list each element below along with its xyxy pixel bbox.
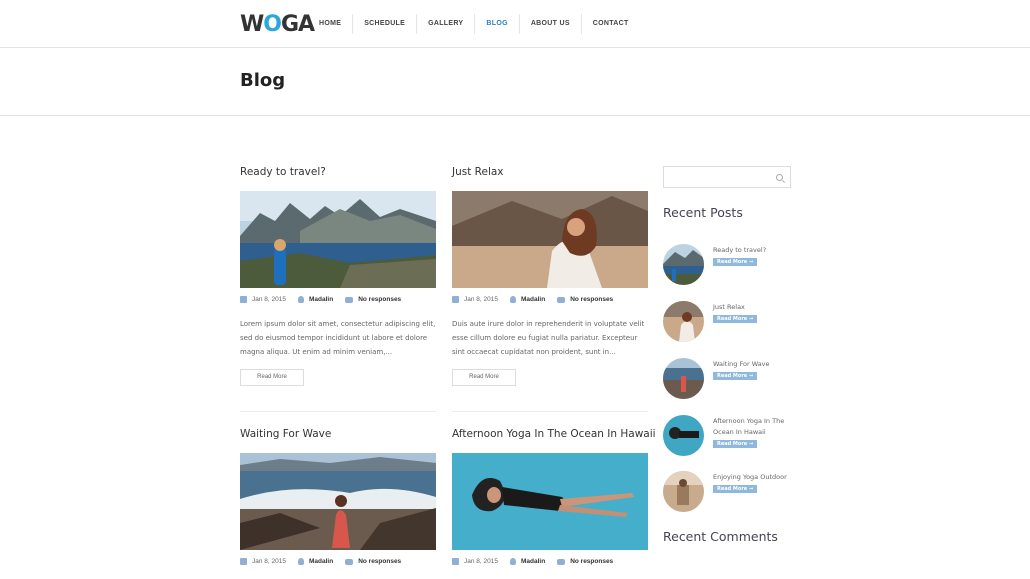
recent-post-item: Ready to travel? Read More →	[663, 244, 793, 286]
read-more-button[interactable]: Read More	[452, 369, 516, 386]
nav-schedule[interactable]: SCHEDULE	[353, 14, 418, 34]
logo-text-w: W	[240, 11, 264, 37]
divider	[240, 411, 436, 412]
recent-post-title[interactable]: Enjoying Yoga Outdoor	[713, 472, 793, 483]
post-title[interactable]: Afternoon Yoga In The Ocean In Hawaii	[452, 428, 656, 442]
recent-post-item: Afternoon Yoga In The Ocean In Hawaii Re…	[663, 415, 793, 457]
post-date: Jan 8, 2015	[464, 558, 498, 565]
comment-icon	[345, 296, 354, 303]
post-comments[interactable]: No responses	[570, 558, 613, 565]
recent-post-read-more[interactable]: Read More →	[713, 485, 758, 493]
post-title[interactable]: Waiting For Wave	[240, 428, 436, 442]
recent-post-read-more[interactable]: Read More →	[713, 258, 758, 266]
recent-post-text: Afternoon Yoga In The Ocean In Hawaii Re…	[713, 416, 793, 449]
recent-post-title[interactable]: Just Relax	[713, 302, 793, 313]
post-title[interactable]: Ready to travel?	[240, 166, 436, 180]
recent-post-text: Enjoying Yoga Outdoor Read More →	[713, 472, 793, 494]
post-date: Jan 8, 2015	[252, 558, 286, 565]
post-meta: Jan 8, 2015 Madalin No responses	[240, 296, 401, 303]
recent-post-thumbnail[interactable]	[663, 358, 704, 399]
recent-post-thumbnail[interactable]	[663, 244, 704, 285]
recent-post-item: Enjoying Yoga Outdoor Read More →	[663, 471, 793, 513]
nav-about-us[interactable]: ABOUT US	[520, 14, 582, 34]
post-comments[interactable]: No responses	[358, 558, 401, 565]
blog-post: Just Relax Jan 8, 2015 Madalin No respon…	[452, 166, 648, 386]
post-image[interactable]	[240, 453, 436, 550]
calendar-icon	[240, 558, 247, 565]
post-excerpt: Duis aute irure dolor in reprehenderit i…	[452, 320, 645, 356]
comment-icon	[557, 296, 566, 303]
logo-text-o: O	[263, 11, 282, 37]
nav-home[interactable]: HOME	[308, 14, 354, 34]
nav-gallery[interactable]: GALLERY	[417, 14, 476, 34]
comment-icon	[345, 558, 354, 565]
blog-post: Ready to travel? Jan 8, 2015 Madalin No …	[240, 166, 436, 386]
calendar-icon	[452, 558, 459, 565]
post-image[interactable]	[240, 191, 436, 288]
title-bar: Blog	[0, 48, 1030, 116]
search-input[interactable]	[664, 167, 772, 188]
blog-post: Waiting For Wave Jan 8, 2015 Madalin No …	[240, 428, 436, 565]
main-nav: HOME SCHEDULE GALLERY BLOG ABOUT US CONT…	[308, 14, 640, 34]
post-meta: Jan 8, 2015 Madalin No responses	[452, 296, 613, 303]
blog-post: Afternoon Yoga In The Ocean In Hawaii Ja…	[452, 428, 656, 565]
post-author[interactable]: Madalin	[521, 558, 545, 565]
recent-post-text: Ready to travel? Read More →	[713, 245, 793, 267]
recent-post-read-more[interactable]: Read More →	[713, 315, 758, 323]
search-box	[663, 166, 791, 188]
post-author[interactable]: Madalin	[309, 296, 333, 303]
calendar-icon	[240, 296, 247, 303]
search-icon[interactable]	[776, 174, 783, 181]
nav-contact[interactable]: CONTACT	[582, 14, 640, 34]
read-more-button[interactable]: Read More	[240, 369, 304, 386]
comment-icon	[557, 558, 566, 565]
site-header: W O GA HOME SCHEDULE GALLERY BLOG ABOUT US…	[0, 0, 1030, 48]
user-icon	[297, 558, 304, 565]
recent-post-thumbnail[interactable]	[663, 415, 704, 456]
recent-post-text: Waiting For Wave Read More →	[713, 359, 793, 381]
post-date: Jan 8, 2015	[464, 296, 498, 303]
post-author[interactable]: Madalin	[521, 296, 545, 303]
recent-post-title[interactable]: Waiting For Wave	[713, 359, 793, 370]
post-meta: Jan 8, 2015 Madalin No responses	[240, 558, 401, 565]
post-excerpt: Lorem ipsum dolor sit amet, consectetur …	[240, 320, 436, 356]
post-comments[interactable]: No responses	[570, 296, 613, 303]
nav-blog[interactable]: BLOG	[475, 14, 520, 34]
calendar-icon	[452, 296, 459, 303]
post-image[interactable]	[452, 453, 648, 550]
recent-post-title[interactable]: Afternoon Yoga In The Ocean In Hawaii	[713, 416, 793, 438]
recent-comments-title: Recent Comments	[663, 529, 778, 544]
recent-post-item: Just Relax Read More →	[663, 301, 793, 343]
user-icon	[297, 296, 304, 303]
user-icon	[509, 296, 516, 303]
page-title: Blog	[240, 70, 286, 91]
post-date: Jan 8, 2015	[252, 296, 286, 303]
recent-post-thumbnail[interactable]	[663, 471, 704, 512]
divider	[452, 411, 648, 412]
recent-post-title[interactable]: Ready to travel?	[713, 245, 793, 256]
recent-post-thumbnail[interactable]	[663, 301, 704, 342]
recent-post-text: Just Relax Read More →	[713, 302, 793, 324]
post-comments[interactable]: No responses	[358, 296, 401, 303]
user-icon	[509, 558, 516, 565]
logo[interactable]: W O GA	[240, 11, 315, 37]
post-meta: Jan 8, 2015 Madalin No responses	[452, 558, 613, 565]
recent-post-read-more[interactable]: Read More →	[713, 440, 758, 448]
post-image[interactable]	[452, 191, 648, 288]
recent-post-read-more[interactable]: Read More →	[713, 372, 758, 380]
post-author[interactable]: Madalin	[309, 558, 333, 565]
post-title[interactable]: Just Relax	[452, 166, 648, 180]
recent-posts-title: Recent Posts	[663, 205, 743, 220]
recent-post-item: Waiting For Wave Read More →	[663, 358, 793, 400]
